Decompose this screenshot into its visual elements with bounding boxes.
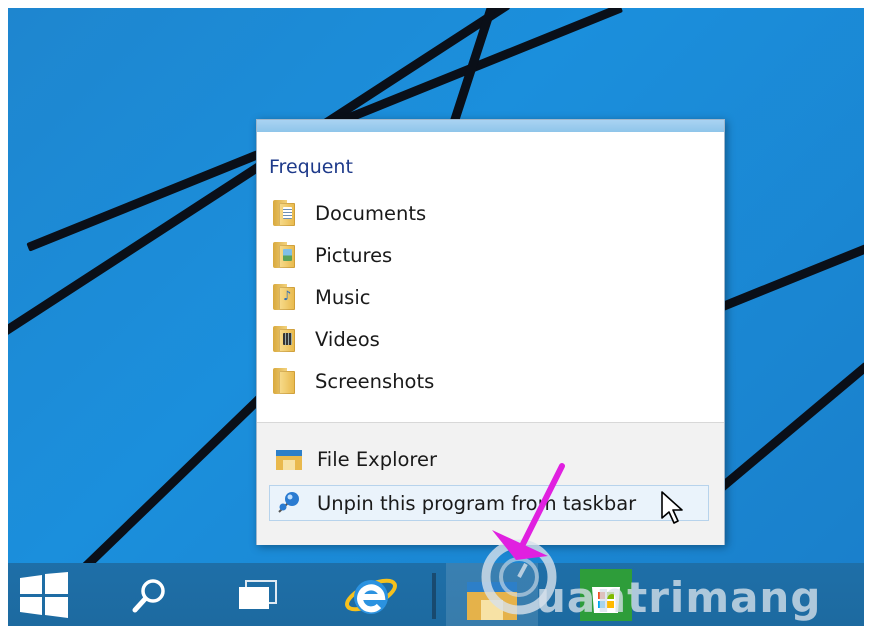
documents-folder-icon — [273, 200, 297, 226]
list-item-label: Screenshots — [315, 369, 435, 393]
task-view-button[interactable] — [228, 563, 288, 626]
file-explorer-icon — [276, 450, 302, 470]
list-item-videos[interactable]: Videos — [273, 318, 434, 360]
task-label: File Explorer — [317, 447, 438, 471]
jump-list-header-bar — [257, 120, 724, 132]
task-view-icon — [239, 579, 277, 609]
frequent-heading: Frequent — [269, 156, 353, 178]
desktop: Frequent Documents Pictures ♪ Music Vide… — [8, 8, 864, 626]
folder-icon — [273, 368, 297, 394]
start-button[interactable] — [8, 563, 80, 626]
watermark-text: uantrimang — [536, 573, 822, 622]
list-item-label: Documents — [315, 201, 427, 225]
videos-folder-icon — [273, 326, 297, 352]
internet-explorer-button[interactable] — [338, 563, 404, 626]
list-item-label: Music — [315, 285, 371, 309]
task-file-explorer[interactable]: File Explorer — [269, 441, 437, 477]
mouse-cursor-icon — [661, 491, 683, 524]
list-item-screenshots[interactable]: Screenshots — [273, 360, 434, 402]
taskbar-divider — [432, 573, 436, 619]
unpin-icon — [278, 492, 299, 513]
search-icon — [132, 578, 165, 612]
start-icon — [20, 571, 68, 618]
list-item-label: Pictures — [315, 243, 393, 267]
annotation-arrow-icon — [492, 463, 565, 560]
list-item-label: Videos — [315, 327, 380, 351]
frequent-list: Documents Pictures ♪ Music Videos Screen… — [273, 192, 434, 402]
search-button[interactable] — [120, 563, 180, 626]
music-folder-icon: ♪ — [273, 284, 297, 310]
list-item-music[interactable]: ♪ Music — [273, 276, 434, 318]
list-item-documents[interactable]: Documents — [273, 192, 434, 234]
list-item-pictures[interactable]: Pictures — [273, 234, 434, 276]
pictures-folder-icon — [273, 242, 297, 268]
wallpaper-stripe — [706, 210, 864, 317]
task-label: Unpin this program from taskbar — [317, 491, 637, 515]
internet-explorer-icon — [345, 578, 397, 614]
